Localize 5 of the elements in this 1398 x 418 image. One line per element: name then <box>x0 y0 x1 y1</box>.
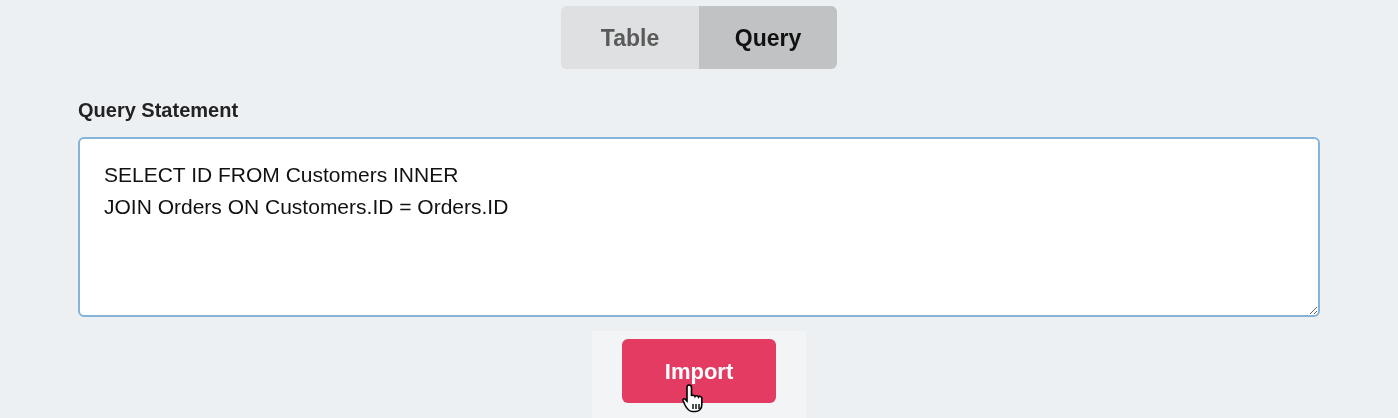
tab[interactable]: Query <box>699 6 837 70</box>
pointer-cursor-icon <box>682 383 706 414</box>
query-field[interactable]: SELECT ID FROM Customers INNER JOIN Orders ON Customers.ID = Orders.ID <box>78 137 1320 318</box>
import-button[interactable]: Import <box>622 339 776 404</box>
field-label: Query Statement <box>78 98 240 124</box>
